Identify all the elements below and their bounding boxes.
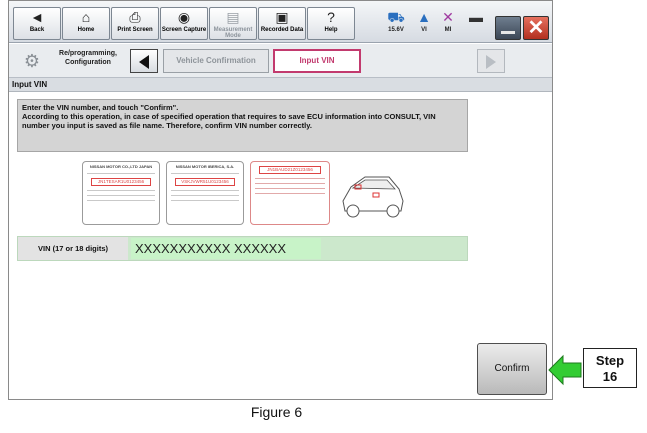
instructions-text: Enter the VIN number, and touch "Confirm… [22, 103, 436, 130]
battery-voltage-status: ⛟ 15.6V [381, 7, 411, 40]
step-label: Step [595, 353, 625, 368]
vehicle-vin-location-icon [342, 176, 404, 218]
help-icon: ? [327, 9, 335, 25]
nav-title: Re/programming, Configuration [59, 50, 117, 66]
mi-status: ✕ MI [437, 7, 459, 40]
vi-status: ▲ VI [413, 7, 435, 40]
plate-header: NISSAN MOTOR IBERICA, S.A. [175, 164, 235, 169]
film-icon: ▣ [275, 9, 289, 25]
crumb-input-vin[interactable]: Input VIN [273, 49, 361, 73]
measurement-mode-button[interactable]: ▤ Measurement Mode [209, 7, 257, 40]
crumb-vehicle-confirmation[interactable]: Vehicle Confirmation [163, 49, 269, 73]
consult-window: ◄ Back ⌂ Home ⎙ Print Screen ◉ Screen Ca… [8, 0, 553, 400]
vin-plate-japan: NISSAN MOTOR CO.,LTD JAPAN JN1TESAR1U012… [82, 161, 160, 225]
vin-label: VIN (17 or 18 digits) [18, 237, 128, 260]
home-icon: ⌂ [81, 9, 91, 25]
battery-status: ▬ [463, 7, 489, 40]
vin-entry-row: VIN (17 or 18 digits) XXXXXXXXXXX XXXXXX [17, 236, 468, 261]
home-button[interactable]: ⌂ Home [62, 7, 110, 40]
back-arrow-icon: ◄ [30, 9, 44, 25]
step-number: 16 [602, 369, 618, 384]
plate-vin: JN1TESAR1U0123456 [91, 178, 151, 186]
previous-step-button[interactable] [130, 49, 158, 73]
plate-header: NISSAN MOTOR CO.,LTD JAPAN [89, 164, 153, 169]
help-button[interactable]: ? Help [307, 7, 355, 40]
triangle-left-icon [139, 55, 149, 69]
pointer-arrow-icon [548, 354, 582, 386]
confirm-button[interactable]: Confirm [477, 343, 547, 395]
plate-vin: VSKJVWR51U0123456 [175, 178, 235, 186]
step-callout: Step 16 [583, 348, 637, 388]
page-title: Input VIN [9, 78, 552, 92]
vin-plate-illustration: NISSAN MOTOR CO.,LTD JAPAN JN1TESAR1U012… [82, 161, 412, 227]
car-config-icon: ⚙ [23, 51, 41, 71]
meter-icon: ▤ [226, 9, 240, 25]
plate-vin: JN1BAUD21Z0123456 [259, 166, 321, 174]
next-step-button[interactable] [477, 49, 505, 73]
triangle-right-icon [486, 55, 496, 69]
screen-capture-button[interactable]: ◉ Screen Capture [160, 7, 208, 40]
toolbar: ◄ Back ⌂ Home ⎙ Print Screen ◉ Screen Ca… [9, 1, 552, 43]
x-icon: ✕ [442, 9, 454, 25]
vin-plate-china: JN1BAUD21Z0123456 [250, 161, 330, 225]
printer-icon: ⎙ [129, 9, 141, 25]
print-screen-button[interactable]: ⎙ Print Screen [111, 7, 159, 40]
close-icon: ✕ [527, 17, 545, 39]
figure-caption: Figure 6 [250, 404, 303, 420]
instructions-box: Enter the VIN number, and touch "Confirm… [17, 99, 468, 152]
vin-plate-iberica: NISSAN MOTOR IBERICA, S.A. VSKJVWR51U012… [166, 161, 244, 225]
vehicle-icon: ⛟ [387, 9, 405, 25]
camera-icon: ◉ [177, 9, 191, 25]
minimize-icon [501, 31, 515, 34]
close-button[interactable]: ✕ [523, 16, 549, 40]
minimize-button[interactable] [495, 16, 521, 40]
battery-icon: ▬ [469, 9, 483, 25]
recorded-data-button[interactable]: ▣ Recorded Data [258, 7, 306, 40]
vin-input[interactable]: XXXXXXXXXXX XXXXXX [131, 238, 321, 259]
breadcrumb-bar: ⚙ Re/programming, Configuration Vehicle … [9, 44, 552, 78]
back-button[interactable]: ◄ Back [13, 7, 61, 40]
signal-icon: ▲ [417, 9, 431, 25]
